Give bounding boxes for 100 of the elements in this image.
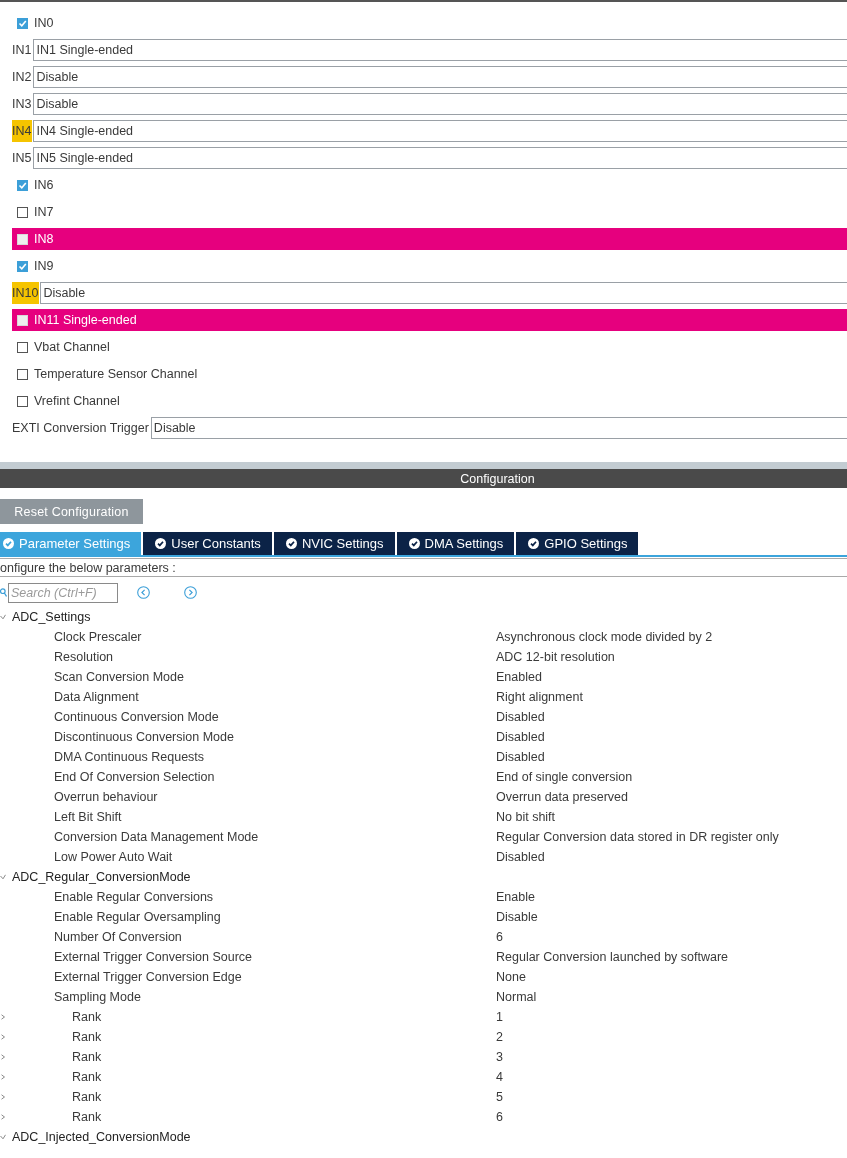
tab[interactable]: DMA Settings — [396, 532, 515, 555]
channel-label: IN9 — [34, 258, 54, 275]
previous-icon[interactable] — [137, 586, 150, 599]
channel-label: IN6 — [34, 177, 54, 194]
checkbox[interactable] — [17, 341, 28, 353]
parameter-value[interactable]: Disabled — [496, 710, 545, 724]
parameter-label: Rank — [72, 1090, 102, 1104]
parameter-label: Rank — [72, 1030, 102, 1044]
tab[interactable]: NVIC Settings — [273, 532, 395, 555]
parameter-label: Scan Conversion Mode — [54, 670, 184, 684]
parameter-label: Conversion Data Management Mode — [54, 830, 259, 844]
select-field[interactable]: Disable — [40, 282, 847, 304]
channel-label: Vbat Channel — [34, 339, 110, 356]
search-field[interactable]: Search (Ctrl+F) — [8, 582, 118, 603]
parameter-label: Rank — [72, 1070, 102, 1084]
channel-label: IN8 — [34, 231, 54, 248]
next-icon[interactable] — [184, 586, 197, 599]
group-label[interactable]: ADC_Settings — [12, 610, 91, 624]
parameter-value[interactable]: Overrun data preserved — [496, 790, 628, 804]
parameter-label: Discontinuous Conversion Mode — [54, 730, 234, 744]
parameter-value[interactable]: Disable — [496, 910, 538, 924]
parameter-value[interactable]: 3 — [496, 1050, 503, 1064]
parameter-label: Sampling Mode — [54, 990, 141, 1004]
parameter-value[interactable]: None — [496, 970, 526, 984]
parameter-value[interactable]: 4 — [496, 1070, 503, 1084]
check-circle-icon — [528, 538, 540, 549]
parameter-value[interactable]: Enabled — [496, 670, 542, 684]
parameter-value[interactable]: Disabled — [496, 730, 545, 744]
chevron-down-icon[interactable] — [0, 1134, 6, 1140]
check-circle-icon — [3, 538, 14, 549]
parameter-value[interactable]: Disabled — [496, 750, 545, 764]
parameter-value[interactable]: Normal — [496, 990, 537, 1004]
select-field[interactable]: Disable — [33, 66, 847, 88]
checkbox[interactable] — [17, 260, 28, 272]
group-label[interactable]: ADC_Injected_ConversionMode — [12, 1130, 191, 1144]
parameter-label: External Trigger Conversion Edge — [54, 970, 242, 984]
tab[interactable]: GPIO Settings — [516, 532, 639, 555]
chevron-right-icon[interactable] — [0, 1094, 6, 1100]
parameter-label: Overrun behaviour — [54, 790, 158, 804]
parameter-value[interactable]: Enable — [496, 890, 535, 904]
parameter-value[interactable]: 6 — [496, 930, 503, 944]
parameter-value[interactable]: 6 — [496, 1110, 503, 1124]
parameter-value[interactable]: End of single conversion — [496, 770, 633, 784]
panel-header: Configuration — [0, 469, 847, 488]
parameter-label: DMA Continuous Requests — [54, 750, 205, 764]
parameter-value[interactable]: 2 — [496, 1030, 503, 1044]
parameter-label: End Of Conversion Selection — [54, 770, 215, 784]
channel-label: IN7 — [34, 204, 54, 221]
select-field[interactable]: Disable — [150, 417, 847, 439]
parameter-value[interactable]: 5 — [496, 1090, 503, 1104]
search-icon — [0, 588, 7, 597]
parameter-value[interactable]: Regular Conversion launched by software — [496, 950, 729, 964]
checkbox[interactable] — [17, 17, 28, 29]
checkbox[interactable] — [17, 395, 28, 407]
chevron-right-icon[interactable] — [0, 1054, 6, 1060]
check-circle-icon — [285, 538, 297, 549]
channel-label: Vrefint Channel — [34, 393, 120, 410]
channel-label: IN5 — [12, 150, 33, 167]
parameter-value[interactable]: Disabled — [496, 850, 545, 864]
select-field[interactable]: IN5 Single-ended — [33, 147, 847, 169]
parameter-value[interactable]: 1 — [496, 1010, 503, 1024]
chevron-right-icon[interactable] — [0, 1074, 6, 1080]
parameter-value[interactable]: ADC 12-bit resolution — [496, 650, 615, 664]
parameter-value[interactable]: Right alignment — [496, 690, 583, 704]
channel-label: IN2 — [12, 69, 33, 86]
chevron-right-icon[interactable] — [0, 1114, 6, 1120]
chevron-right-icon[interactable] — [0, 1034, 6, 1040]
parameter-value[interactable]: Asynchronous clock mode divided by 2 — [496, 630, 713, 644]
channel-label: EXTI Conversion Trigger — [12, 420, 150, 437]
channel-label: IN0 — [34, 15, 54, 32]
instruction-text: onfigure the below parameters : — [0, 560, 176, 575]
select-field[interactable]: IN1 Single-ended — [33, 39, 847, 61]
parameter-value[interactable]: Regular Conversion data stored in DR register only — [496, 830, 779, 844]
chevron-down-icon[interactable] — [0, 874, 6, 880]
chevron-down-icon[interactable] — [0, 614, 6, 620]
channel-label: IN4 — [12, 120, 33, 142]
parameter-value[interactable]: No bit shift — [496, 810, 556, 824]
channel-label: IN3 — [12, 96, 33, 113]
channel-label: IN1 — [12, 42, 33, 59]
chevron-right-icon[interactable] — [0, 1014, 6, 1020]
checkbox[interactable] — [17, 206, 28, 218]
parameter-label: External Trigger Conversion Source — [54, 950, 252, 964]
parameter-label: Continuous Conversion Mode — [54, 710, 219, 724]
checkbox[interactable] — [17, 368, 28, 380]
parameter-label: Enable Regular Conversions — [54, 890, 214, 904]
channel-label: IN10 — [12, 282, 40, 304]
tab[interactable]: User Constants — [143, 532, 272, 555]
parameter-label: Resolution — [54, 650, 114, 664]
check-circle-icon — [408, 538, 420, 549]
parameter-label: Left Bit Shift — [54, 810, 122, 824]
parameter-label: Rank — [72, 1050, 102, 1064]
select-field[interactable]: Disable — [33, 93, 847, 115]
channel-label: IN11 Single-ended — [34, 312, 137, 329]
parameter-label: Data Alignment — [54, 690, 139, 704]
group-label[interactable]: ADC_Regular_ConversionMode — [12, 870, 191, 884]
checkbox[interactable] — [17, 179, 28, 191]
check-circle-icon — [155, 538, 167, 549]
parameter-label: Rank — [72, 1010, 102, 1024]
parameter-label: Rank — [72, 1110, 102, 1124]
select-field[interactable]: IN4 Single-ended — [33, 120, 847, 142]
